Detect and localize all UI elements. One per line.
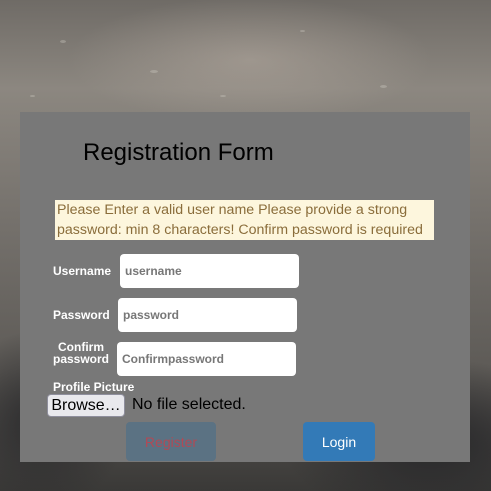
confirm-password-input[interactable]	[117, 342, 296, 376]
confirm-password-label: Confirm password	[53, 341, 109, 365]
validation-alert: Please Enter a valid user name Please pr…	[55, 200, 434, 240]
browse-file-button[interactable]: Browse…	[47, 394, 125, 417]
register-button[interactable]: Register	[126, 422, 216, 461]
password-label: Password	[53, 308, 110, 322]
username-input[interactable]	[120, 254, 299, 288]
profile-picture-label: Profile Picture	[53, 380, 135, 394]
form-title: Registration Form	[83, 139, 274, 166]
confirm-password-label-line2: password	[53, 352, 110, 366]
login-button[interactable]: Login	[303, 422, 375, 461]
background-speck	[60, 40, 66, 43]
background-speck	[220, 95, 226, 97]
file-status-text: No file selected.	[132, 396, 246, 413]
background-speck	[300, 30, 305, 32]
username-label: Username	[53, 264, 112, 278]
background-speck	[380, 85, 387, 88]
background-speck	[30, 95, 35, 97]
registration-form: Registration Form Please Enter a valid u…	[20, 112, 470, 462]
background-speck	[150, 70, 158, 73]
password-input[interactable]	[118, 298, 297, 332]
